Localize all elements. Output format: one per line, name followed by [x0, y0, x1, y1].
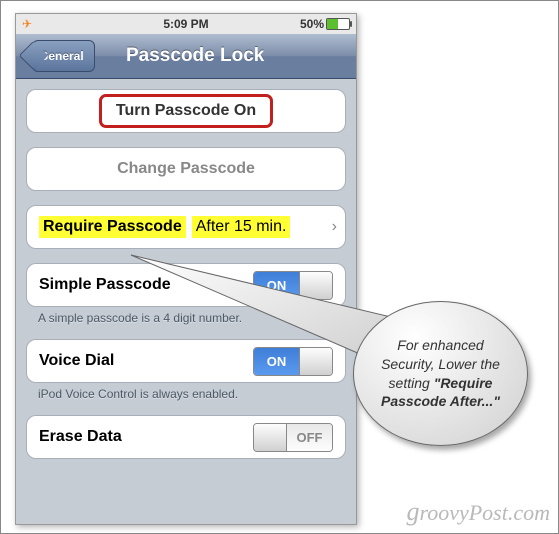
voice-dial-label: Voice Dial — [39, 352, 114, 370]
turn-passcode-on-cell[interactable]: Turn Passcode On — [26, 89, 346, 133]
voice-dial-hint: iPod Voice Control is always enabled. — [26, 383, 346, 401]
change-passcode-cell[interactable]: Change Passcode — [26, 147, 346, 191]
turn-passcode-on-label: Turn Passcode On — [116, 102, 256, 120]
highlight-red-box: Turn Passcode On — [96, 91, 276, 131]
annotation-callout: For enhanced Security, Lower the setting… — [353, 301, 538, 446]
airplane-mode-icon: ✈ — [22, 17, 32, 31]
chevron-right-icon: › — [332, 218, 337, 236]
erase-data-toggle[interactable]: OFF — [253, 423, 333, 452]
navigation-bar: General Passcode Lock — [16, 34, 356, 79]
back-button-label: General — [39, 49, 84, 63]
status-time: 5:09 PM — [163, 17, 208, 31]
erase-data-cell[interactable]: Erase Data OFF — [26, 415, 346, 459]
status-bar: ✈ 5:09 PM 50% — [16, 14, 356, 34]
require-passcode-value: After 15 min. — [192, 216, 291, 238]
require-passcode-cell[interactable]: Require Passcode After 15 min. › — [26, 205, 346, 249]
require-passcode-label: Require Passcode — [39, 216, 186, 238]
toggle-off-label: OFF — [287, 424, 332, 451]
back-button[interactable]: General — [32, 40, 95, 72]
callout-bubble: For enhanced Security, Lower the setting… — [353, 301, 528, 446]
erase-data-label: Erase Data — [39, 428, 122, 446]
toggle-knob — [254, 424, 287, 451]
change-passcode-label: Change Passcode — [117, 160, 255, 178]
watermark: groovyPost.com — [406, 497, 550, 527]
page-title: Passcode Lock — [126, 45, 264, 67]
battery-percent: 50% — [300, 17, 324, 31]
battery-icon — [326, 18, 350, 30]
